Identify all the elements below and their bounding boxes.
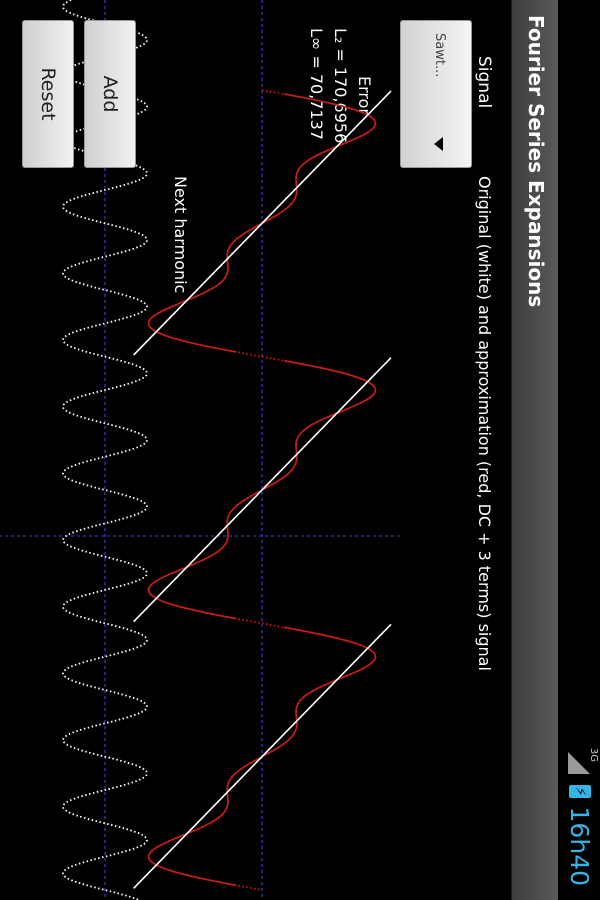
original-signal-ramp [133, 90, 392, 356]
app-screen: 3G ⚡ 16h40 Fourier Series Expansions Sig… [0, 0, 600, 900]
add-button[interactable]: Add [84, 20, 136, 168]
reset-button[interactable]: Reset [22, 20, 74, 168]
